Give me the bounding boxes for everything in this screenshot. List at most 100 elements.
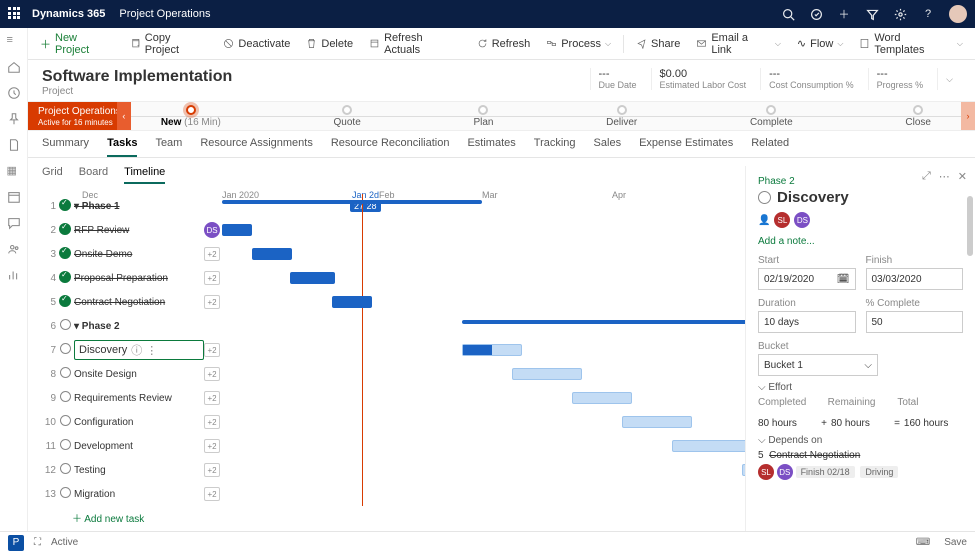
tab-tracking[interactable]: Tracking xyxy=(534,137,576,157)
delete-button[interactable]: Delete xyxy=(300,35,359,53)
list-icon[interactable]: ▦ xyxy=(7,164,21,178)
task-row[interactable]: 5Contract Negotiation+2 xyxy=(42,290,745,314)
task-row[interactable]: 11Development+2 xyxy=(42,434,745,458)
bpf-back-icon[interactable]: ‹ xyxy=(117,102,131,130)
percent-complete-input[interactable]: 50 xyxy=(866,311,964,333)
task-row[interactable]: 6▾ Phase 2 xyxy=(42,314,745,338)
deactivate-button[interactable]: Deactivate xyxy=(217,35,296,53)
kpi-strip: ---Due Date $0.00Estimated Labor Cost --… xyxy=(590,68,961,90)
task-rows: 1▾ Phase 12RFP ReviewDS3Onsite Demo+24Pr… xyxy=(42,194,745,506)
record-subtitle: Project xyxy=(42,86,232,97)
tab-estimates[interactable]: Estimates xyxy=(467,137,515,157)
record-title: Software Implementation xyxy=(42,68,232,86)
command-bar: ＋ New Project Copy Project Deactivate De… xyxy=(28,28,975,60)
app-badge[interactable]: P xyxy=(8,535,24,551)
view-board[interactable]: Board xyxy=(79,166,108,184)
more-icon[interactable]: ⋯ xyxy=(939,170,950,183)
task-icon[interactable] xyxy=(809,7,823,21)
calendar-icon[interactable] xyxy=(7,190,21,204)
task-row[interactable]: 8Onsite Design+2 xyxy=(42,362,745,386)
add-note-link[interactable]: Add a note... xyxy=(758,236,963,247)
stage-deliver[interactable]: Deliver xyxy=(606,105,637,128)
chat-icon[interactable] xyxy=(7,216,21,230)
calendar-icon: 🗓 xyxy=(837,274,850,285)
status-bar: P ⛶ Active ⌨ Save xyxy=(0,531,975,553)
tab-summary[interactable]: Summary xyxy=(42,137,89,157)
effort-remaining-input[interactable]: 80 hours xyxy=(831,418,890,429)
duration-input[interactable]: 10 days xyxy=(758,311,856,333)
email-link-button[interactable]: Email a Link⌵ xyxy=(690,29,787,59)
module-label: Project Operations xyxy=(119,8,210,20)
finish-date-input[interactable]: 03/03/2020 xyxy=(866,268,964,290)
group-icon[interactable] xyxy=(7,242,21,256)
file-icon[interactable] xyxy=(7,138,21,152)
task-row[interactable]: 10Configuration+2 xyxy=(42,410,745,434)
effort-completed-input[interactable]: 80 hours xyxy=(758,418,817,429)
close-icon[interactable]: ✕ xyxy=(958,170,967,183)
add-icon[interactable]: ＋ xyxy=(837,7,851,21)
panel-title: Discovery xyxy=(758,189,963,206)
stage-quote[interactable]: Quote xyxy=(334,105,361,128)
stage-complete[interactable]: Complete xyxy=(750,105,793,128)
pin-icon[interactable] xyxy=(7,112,21,126)
menu-icon[interactable]: ≡ xyxy=(7,34,21,48)
task-row[interactable]: 13Migration+2 xyxy=(42,482,745,506)
copy-project-button[interactable]: Copy Project xyxy=(124,29,214,59)
stage-new[interactable]: New (16 Min) xyxy=(161,105,221,128)
home-icon[interactable] xyxy=(7,60,21,74)
view-timeline[interactable]: Timeline xyxy=(124,166,165,184)
settings-icon[interactable] xyxy=(893,7,907,21)
save-shortcut-icon[interactable]: ⌨ xyxy=(916,537,930,548)
tab-sales[interactable]: Sales xyxy=(594,137,622,157)
avatar-ds: DS xyxy=(794,212,810,228)
chart-icon[interactable] xyxy=(7,268,21,282)
stage-close[interactable]: Close xyxy=(905,105,931,128)
expand-all-icon[interactable]: ⛶ xyxy=(34,537,41,548)
word-templates-button[interactable]: Word Templates⌵ xyxy=(853,29,969,59)
view-grid[interactable]: Grid xyxy=(42,166,63,184)
process-button[interactable]: Process⌵ xyxy=(540,35,617,53)
bpf-bar: Project Operations Active for 16 minutes… xyxy=(28,101,975,131)
app-launcher-icon[interactable] xyxy=(8,7,22,21)
recent-icon[interactable] xyxy=(7,86,21,100)
add-task-button[interactable]: ＋ Add new task xyxy=(42,506,745,529)
task-row[interactable]: 2RFP ReviewDS xyxy=(42,218,745,242)
tab-team[interactable]: Team xyxy=(155,137,182,157)
task-row[interactable]: 4Proposal Preparation+2 xyxy=(42,266,745,290)
record-header: Software Implementation Project ---Due D… xyxy=(28,60,975,101)
task-row[interactable]: 9Requirements Review+2 xyxy=(42,386,745,410)
task-row[interactable]: 1▾ Phase 1 xyxy=(42,194,745,218)
tab-resource-reconciliation[interactable]: Resource Reconciliation xyxy=(331,137,450,157)
start-date-input[interactable]: 02/19/2020🗓 xyxy=(758,268,856,290)
new-project-button[interactable]: ＋ New Project xyxy=(34,29,120,59)
task-row[interactable]: 7Discoveryⓘ⋮+2 xyxy=(42,338,745,362)
task-row[interactable]: 3Onsite Demo+2 xyxy=(42,242,745,266)
bucket-select[interactable]: Bucket 1⌵ xyxy=(758,354,878,376)
refresh-actuals-button[interactable]: Refresh Actuals xyxy=(363,29,467,59)
effort-section: ⌵ Effort xyxy=(758,382,963,393)
expand-icon[interactable]: ⤢ xyxy=(922,170,931,183)
effort-total-input[interactable]: 160 hours xyxy=(904,418,963,429)
dep-type-chip: Driving xyxy=(860,466,898,478)
bpf-forward-icon[interactable]: › xyxy=(961,102,975,130)
tab-related[interactable]: Related xyxy=(751,137,789,157)
tab-resource-assignments[interactable]: Resource Assignments xyxy=(200,137,313,157)
filter-icon[interactable] xyxy=(865,7,879,21)
person-icon: 👤 xyxy=(758,215,770,226)
refresh-button[interactable]: Refresh xyxy=(471,35,537,53)
brand-label: Dynamics 365 xyxy=(32,8,105,20)
bpf-flag[interactable]: Project Operations Active for 16 minutes… xyxy=(28,102,131,130)
global-nav: Dynamics 365 Project Operations ＋ ? xyxy=(0,0,975,28)
tab-expense-estimates[interactable]: Expense Estimates xyxy=(639,137,733,157)
share-button[interactable]: Share xyxy=(630,35,686,53)
stage-plan[interactable]: Plan xyxy=(473,105,493,128)
help-icon[interactable]: ? xyxy=(921,7,935,21)
tab-tasks[interactable]: Tasks xyxy=(107,137,137,157)
search-icon[interactable] xyxy=(781,7,795,21)
assignee-list[interactable]: 👤 SL DS xyxy=(758,212,963,228)
panel-scrollbar[interactable] xyxy=(967,166,973,531)
save-button[interactable]: Save xyxy=(944,537,967,548)
flow-button[interactable]: ∿ Flow⌵ xyxy=(791,34,850,53)
task-row[interactable]: 12Testing+2 xyxy=(42,458,745,482)
user-avatar[interactable] xyxy=(949,5,967,23)
